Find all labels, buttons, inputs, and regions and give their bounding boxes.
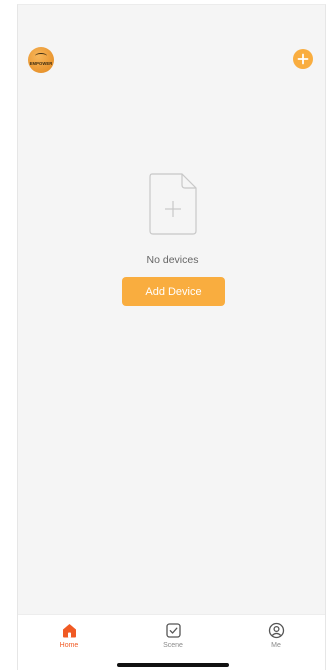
- empty-state-message: No devices: [146, 254, 199, 266]
- logo-swoosh-icon: [35, 53, 47, 59]
- tab-me-label: Me: [271, 642, 281, 649]
- add-device-button[interactable]: Add Device: [122, 277, 225, 306]
- home-icon: [62, 624, 76, 638]
- bottom-tab-bar: Home Scene Me: [18, 614, 325, 670]
- brand-logo[interactable]: EMPOWER: [28, 47, 54, 73]
- scene-check-icon: [165, 623, 181, 638]
- logo-text: EMPOWER: [29, 60, 53, 66]
- add-button[interactable]: [293, 49, 313, 69]
- tab-home-label: Home: [59, 642, 79, 649]
- tab-scene-label: Scene: [163, 642, 183, 649]
- tab-scene[interactable]: Scene: [143, 622, 203, 656]
- home-indicator: [117, 663, 229, 667]
- empty-document-icon: [149, 173, 197, 235]
- profile-icon: [268, 622, 284, 639]
- tab-home[interactable]: Home: [39, 622, 99, 656]
- tab-me[interactable]: Me: [246, 622, 306, 656]
- plus-circle-icon: [297, 53, 309, 65]
- app-screen: EMPOWER No devices Add Device Home Scene…: [17, 4, 326, 670]
